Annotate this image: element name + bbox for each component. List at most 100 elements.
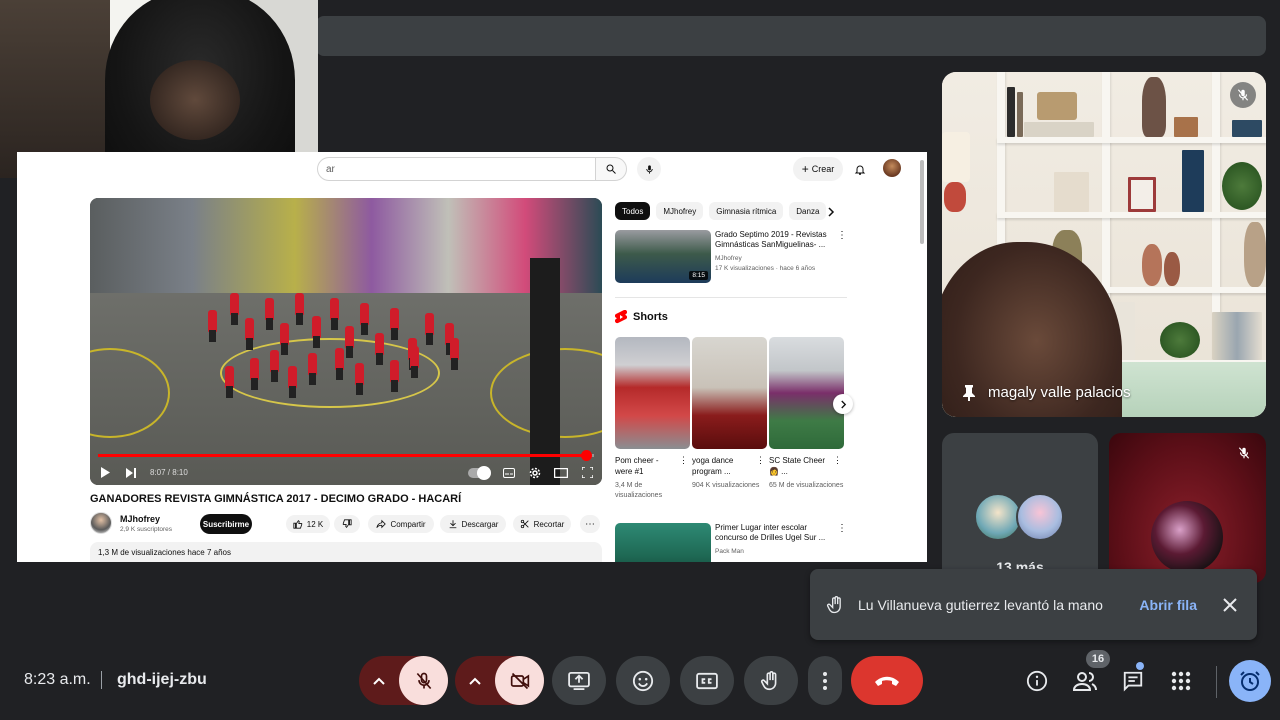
- activities-apps-button[interactable]: [1168, 668, 1194, 694]
- video-progress-fill: [98, 454, 587, 457]
- chip-all[interactable]: Todos: [615, 202, 651, 220]
- play-icon: [101, 467, 110, 478]
- recommended-video[interactable]: Primer Lugar inter escolar concurso de D…: [615, 523, 870, 562]
- notifications-button[interactable]: [851, 159, 869, 179]
- video-options-button[interactable]: [455, 656, 495, 705]
- short-title[interactable]: Pom cheer - were #1: [615, 455, 677, 477]
- dancer: [355, 363, 364, 395]
- more-vertical-icon[interactable]: ⋮: [679, 455, 688, 466]
- raise-hand-button[interactable]: [744, 656, 798, 705]
- video-player[interactable]: 8:07 / 8:10: [90, 198, 602, 485]
- participant-tile[interactable]: [1109, 433, 1266, 583]
- description-box[interactable]: 1,3 M de visualizaciones hace 7 años: [90, 542, 602, 562]
- dancer: [425, 313, 434, 345]
- dislike-button[interactable]: [334, 515, 360, 533]
- more-vertical-icon[interactable]: ⋮: [837, 523, 847, 534]
- recommended-title[interactable]: Grado Septimo 2019 - Revistas Gimnástica…: [715, 230, 833, 250]
- recommended-meta: 17 K visualizaciones · hace 6 años: [715, 265, 816, 272]
- microphone-toggle-button[interactable]: [399, 656, 448, 705]
- short-title[interactable]: SC State Cheer 👩 ...: [769, 455, 831, 477]
- theater-mode-button[interactable]: [554, 466, 568, 480]
- youtube-search-input[interactable]: ar: [317, 157, 597, 181]
- short-thumbnail[interactable]: [615, 337, 690, 449]
- dancer: [308, 353, 317, 385]
- short-item[interactable]: yoga dance program ... 904 K visualizaci…: [692, 337, 767, 491]
- download-button[interactable]: Descargar: [440, 515, 506, 533]
- more-vertical-icon[interactable]: ⋮: [837, 230, 847, 241]
- chips-next-button[interactable]: [823, 204, 839, 220]
- subtitles-button[interactable]: [502, 466, 516, 480]
- short-thumbnail[interactable]: [769, 337, 844, 449]
- lamp: [942, 132, 970, 182]
- more-actions-button[interactable]: ⋯: [580, 515, 600, 533]
- more-participants-tile[interactable]: 13 más: [942, 433, 1098, 583]
- channel-avatar[interactable]: [90, 512, 112, 534]
- like-button[interactable]: 12 K: [286, 515, 330, 533]
- more-options-button[interactable]: [808, 656, 842, 705]
- people-icon: [1073, 672, 1097, 691]
- page-scrollbar[interactable]: [920, 160, 924, 244]
- meeting-code[interactable]: ghd-ijej-zbu: [117, 671, 207, 689]
- channel-name[interactable]: MJhofrey: [120, 514, 160, 524]
- settings-button[interactable]: [528, 466, 542, 480]
- chip-rhythmic-gymnastics[interactable]: Gimnasia rítmica: [709, 202, 784, 220]
- recommended-thumbnail[interactable]: [615, 523, 711, 562]
- short-item[interactable]: Pom cheer - were #1 3,4 M de visualizaci…: [615, 337, 690, 501]
- vase: [1244, 222, 1266, 287]
- chip-channel[interactable]: MJhofrey: [656, 202, 704, 220]
- reactions-button[interactable]: [616, 656, 670, 705]
- mic-off-icon: [1238, 447, 1250, 459]
- chip-dance[interactable]: Danza: [789, 202, 827, 220]
- youtube-create-button[interactable]: + Crear: [793, 157, 843, 181]
- youtube-search-button[interactable]: [595, 157, 627, 181]
- short-title[interactable]: yoga dance program ...: [692, 455, 754, 477]
- close-notification-button[interactable]: [1219, 594, 1241, 616]
- audio-options-button[interactable]: [359, 656, 399, 705]
- meeting-details-button[interactable]: [1024, 668, 1050, 694]
- captions-button[interactable]: [680, 656, 734, 705]
- shorts-next-button[interactable]: [833, 394, 853, 414]
- info-icon: [1026, 670, 1048, 692]
- people-count-badge: 16: [1086, 650, 1110, 668]
- autoplay-toggle[interactable]: [468, 465, 491, 480]
- more-vertical-icon[interactable]: ⋮: [756, 455, 765, 466]
- gym-pillar: [530, 258, 560, 485]
- play-button[interactable]: [98, 466, 112, 480]
- camera-toggle-button[interactable]: [495, 656, 544, 705]
- scissors-icon: [520, 519, 529, 529]
- recommended-title[interactable]: Primer Lugar inter escolar concurso de D…: [715, 523, 833, 543]
- pin-icon[interactable]: [962, 384, 976, 401]
- leave-call-button[interactable]: [851, 656, 923, 705]
- chat-button[interactable]: [1120, 668, 1146, 694]
- recommended-channel[interactable]: Pack Man: [715, 548, 744, 555]
- recommended-channel[interactable]: MJhofrey: [715, 255, 742, 262]
- participant-tile-main[interactable]: magaly valle palacios: [942, 72, 1266, 417]
- more-vertical-icon[interactable]: ⋮: [833, 455, 842, 466]
- present-screen-button[interactable]: [552, 656, 606, 705]
- recommended-video[interactable]: 8:15 Grado Septimo 2019 - Revistas Gimná…: [615, 230, 870, 286]
- youtube-voice-search-button[interactable]: [637, 157, 661, 181]
- host-controls-button[interactable]: [1229, 660, 1271, 702]
- channel-row: MJhofrey 2,9 K suscriptores Suscribirme …: [90, 512, 610, 538]
- fullscreen-button[interactable]: [580, 466, 594, 480]
- mic-off-icon: [416, 672, 431, 689]
- chevron-up-icon: [469, 677, 481, 685]
- emoji-icon: [632, 670, 654, 691]
- subscribe-button[interactable]: Suscribirme: [200, 514, 252, 534]
- share-button[interactable]: Compartir: [368, 515, 434, 533]
- people-button[interactable]: [1072, 668, 1098, 694]
- next-button[interactable]: [124, 466, 138, 480]
- clip-button[interactable]: Recortar: [513, 515, 571, 533]
- recommended-thumbnail[interactable]: 8:15: [615, 230, 711, 283]
- open-queue-button[interactable]: Abrir fila: [1139, 597, 1197, 613]
- chevron-right-icon: [840, 400, 846, 408]
- muted-indicator: [1230, 82, 1256, 108]
- dancer: [345, 326, 354, 358]
- video-progress-bar[interactable]: [98, 450, 594, 461]
- shorts-heading: Shorts: [615, 310, 668, 324]
- book: [1232, 120, 1262, 137]
- short-item[interactable]: SC State Cheer 👩 ... 65 M de visualizaci…: [769, 337, 844, 491]
- youtube-account-avatar[interactable]: [883, 159, 901, 177]
- short-thumbnail[interactable]: [692, 337, 767, 449]
- present-to-all-icon: [568, 671, 590, 690]
